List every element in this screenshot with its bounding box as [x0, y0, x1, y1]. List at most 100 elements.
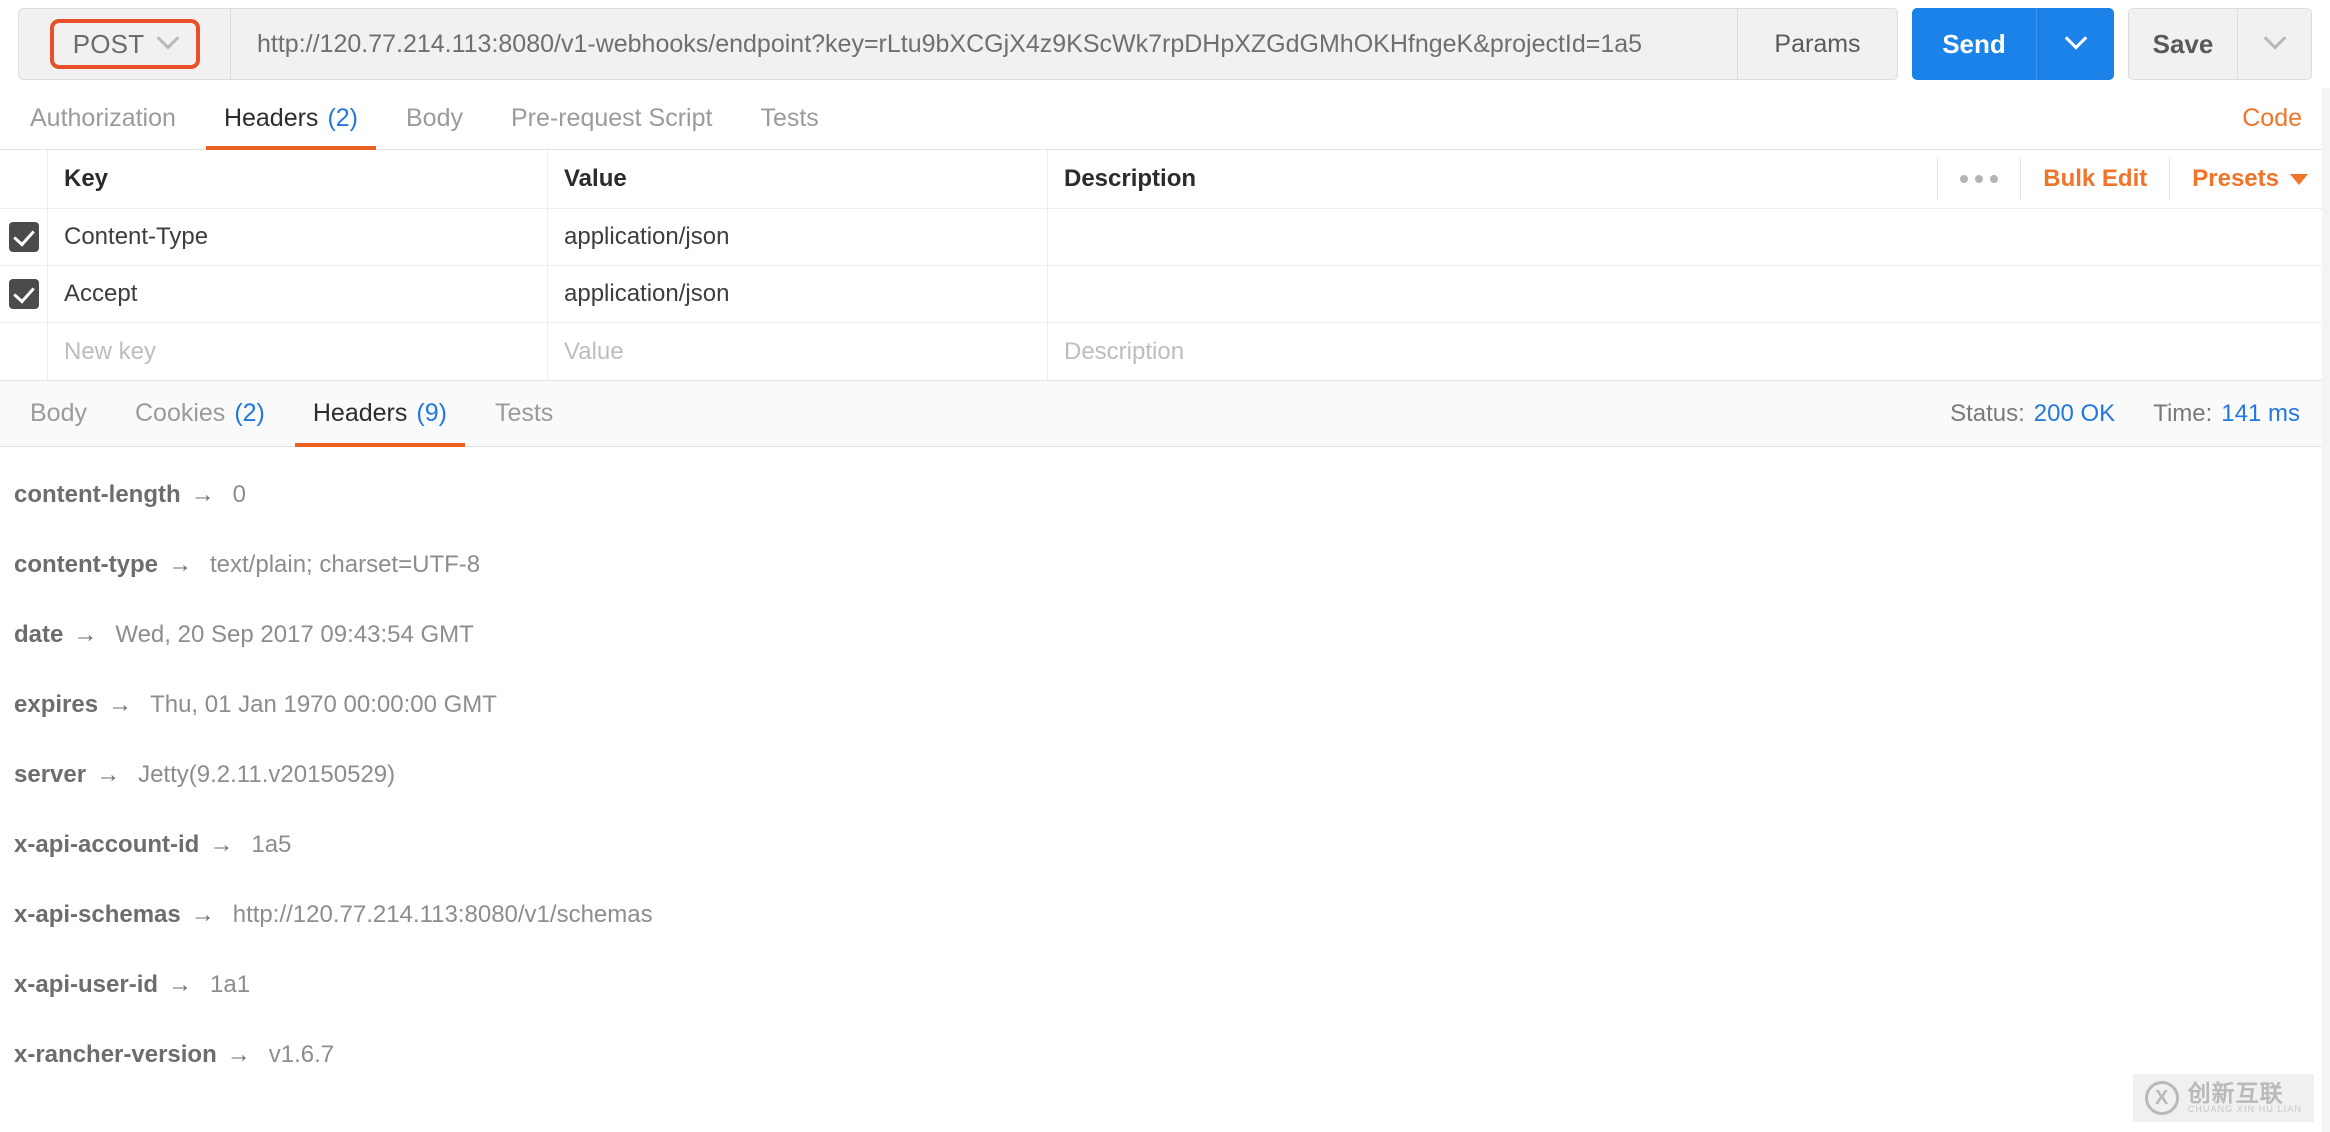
table-row[interactable]: Content-Type application/json — [0, 209, 2330, 266]
response-header-name: expires — [14, 691, 99, 718]
response-headers-list: content-length → 0 content-type → text/p… — [0, 447, 2330, 1111]
watermark-cn: 创新互联 — [2187, 1080, 2284, 1107]
response-header-value: 0 — [232, 481, 246, 508]
time-value: 141 ms — [2221, 399, 2300, 427]
arrow-right-icon: → — [168, 971, 193, 998]
status-value: 200 OK — [2033, 399, 2116, 427]
tab-label: Headers — [223, 104, 319, 132]
new-description-input[interactable]: Description — [1048, 323, 2330, 380]
tab-label: Body — [406, 104, 463, 132]
response-header-row: content-length → 0 — [14, 481, 2330, 551]
arrow-right-icon: → — [168, 551, 192, 578]
method-dropdown[interactable]: POST — [49, 19, 200, 69]
tab-authorization[interactable]: Authorization — [6, 88, 200, 149]
watermark-text: 创新互联 CHUANG XIN HU LIAN — [2188, 1081, 2302, 1115]
arrow-right-icon: → — [190, 901, 215, 928]
bulk-edit-button[interactable]: Bulk Edit — [2020, 158, 2169, 200]
table-new-row[interactable]: New key Value Description — [0, 323, 2330, 380]
response-header-name: content-length — [14, 481, 181, 508]
presets-label: Presets — [2192, 165, 2279, 192]
watermark-en: CHUANG XIN HU LIAN — [2187, 1104, 2302, 1115]
response-header-row: content-type → text/plain; charset=UTF-8 — [14, 551, 2330, 621]
response-meta: Status: 200 OK Time: 141 ms — [1950, 381, 2330, 446]
arrow-right-icon: → — [190, 481, 215, 508]
table-row[interactable]: Accept application/json — [0, 266, 2330, 323]
column-header-key: Key — [48, 150, 548, 208]
tab-label: Cookies — [134, 399, 226, 427]
save-button-group: Save — [2128, 8, 2312, 80]
response-header-value: http://120.77.214.113:8080/v1/schemas — [232, 901, 653, 928]
response-header-name: x-api-account-id — [14, 831, 200, 858]
url-input[interactable]: http://120.77.214.113:8080/v1-webhooks/e… — [231, 9, 1737, 79]
header-checkbox-spacer — [0, 150, 48, 208]
response-header-name: date — [14, 621, 64, 648]
tab-body[interactable]: Body — [382, 88, 487, 149]
row-value[interactable]: application/json — [548, 209, 1048, 265]
row-description[interactable] — [1048, 266, 2330, 322]
tab-count: (2) — [327, 104, 358, 132]
response-header-row: server → Jetty(9.2.11.v20150529) — [14, 761, 2330, 831]
row-key[interactable]: Accept — [48, 266, 548, 322]
tab-pre-request-script[interactable]: Pre-request Script — [487, 88, 736, 149]
arrow-right-icon: → — [209, 831, 234, 858]
column-header-description-label: Description — [1064, 165, 1197, 192]
new-value-input[interactable]: Value — [548, 323, 1048, 380]
checkbox-unchecked-icon[interactable] — [9, 337, 39, 367]
ellipsis-icon[interactable] — [1937, 158, 2020, 200]
request-headers-table: Key Value Description Bulk Edit Presets … — [0, 150, 2330, 381]
row-description[interactable] — [1048, 209, 2330, 265]
presets-dropdown[interactable]: Presets — [2169, 158, 2330, 200]
row-key[interactable]: Content-Type — [48, 209, 548, 265]
row-checkbox-cell[interactable] — [0, 209, 48, 265]
chevron-down-icon — [156, 27, 180, 50]
code-link[interactable]: Code — [2242, 88, 2330, 149]
chevron-down-icon — [2263, 27, 2286, 50]
response-tab-bar: Body Cookies (2) Headers (9) Tests Statu… — [0, 381, 2330, 447]
response-header-value: v1.6.7 — [268, 1041, 335, 1068]
response-header-value: Wed, 20 Sep 2017 09:43:54 GMT — [115, 621, 474, 648]
tab-headers[interactable]: Headers (2) — [200, 88, 382, 150]
response-header-row: expires → Thu, 01 Jan 1970 00:00:00 GMT — [14, 691, 2330, 761]
response-tab-body[interactable]: Body — [6, 381, 111, 446]
caret-down-icon — [2290, 173, 2308, 185]
response-tab-tests[interactable]: Tests — [471, 381, 577, 446]
checkbox-checked-icon[interactable] — [8, 222, 39, 252]
watermark-logo-icon: X — [2144, 1081, 2179, 1115]
save-button[interactable]: Save — [2129, 9, 2237, 79]
request-toolbar: POST http://120.77.214.113:8080/v1-webho… — [0, 0, 2330, 88]
params-button[interactable]: Params — [1737, 9, 1897, 79]
column-header-value: Value — [548, 150, 1048, 208]
response-header-row: x-api-user-id → 1a1 — [14, 971, 2330, 1041]
arrow-right-icon: → — [108, 691, 133, 718]
checkbox-checked-icon[interactable] — [8, 279, 39, 309]
send-dropdown-button[interactable] — [2036, 8, 2114, 80]
tab-label: Pre-request Script — [510, 104, 713, 132]
response-tab-headers[interactable]: Headers (9) — [289, 381, 471, 447]
time-badge: Time: 141 ms — [2153, 400, 2300, 428]
row-checkbox-cell[interactable] — [0, 266, 48, 322]
row-value[interactable]: application/json — [548, 266, 1048, 322]
arrow-right-icon: → — [96, 761, 121, 788]
tab-label: Tests — [494, 399, 554, 427]
method-label: POST — [72, 28, 145, 59]
response-header-name: server — [14, 761, 87, 788]
vertical-scrollbar[interactable] — [2322, 88, 2330, 1132]
time-label: Time: — [2153, 399, 2213, 427]
response-tab-cookies[interactable]: Cookies (2) — [111, 381, 289, 446]
chevron-down-icon — [2064, 27, 2087, 50]
arrow-right-icon: → — [73, 621, 98, 648]
response-header-name: content-type — [14, 551, 158, 578]
arrow-right-icon: → — [226, 1041, 251, 1068]
tab-tests[interactable]: Tests — [736, 88, 842, 149]
table-header-row: Key Value Description Bulk Edit Presets — [0, 150, 2330, 209]
new-key-input[interactable]: New key — [48, 323, 548, 380]
table-actions: Bulk Edit Presets — [1937, 150, 2330, 208]
tab-label: Headers — [312, 399, 408, 427]
response-header-value: 1a5 — [251, 831, 292, 858]
send-button[interactable]: Send — [1912, 8, 2036, 80]
row-checkbox-cell[interactable] — [0, 323, 48, 380]
save-dropdown-button[interactable] — [2237, 9, 2311, 79]
response-header-value: Jetty(9.2.11.v20150529) — [138, 761, 396, 788]
status-label: Status: — [1950, 399, 2025, 427]
response-header-value: text/plain; charset=UTF-8 — [210, 551, 481, 578]
